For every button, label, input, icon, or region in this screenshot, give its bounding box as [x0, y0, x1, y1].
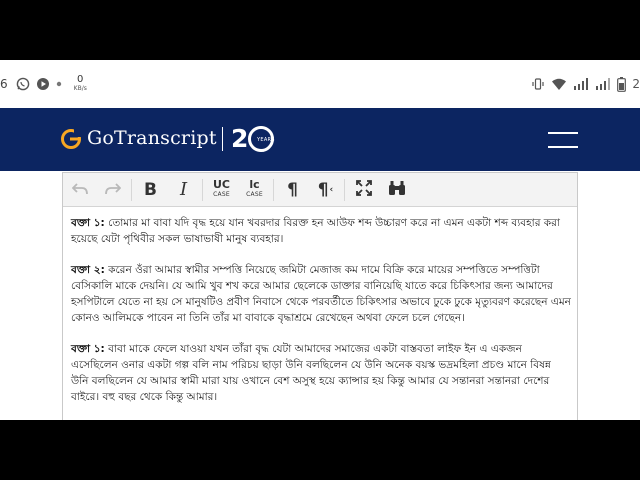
lowercase-text: lc — [249, 177, 260, 191]
speaker-label: বক্তা ১: — [71, 343, 105, 355]
toolbar-separator — [344, 178, 345, 201]
menu-button[interactable] — [548, 132, 578, 148]
screen: 6 0 KB/s 2 GoTranscript 2 YEARS B I UC C… — [0, 0, 640, 480]
status-bar: 6 0 KB/s 2 — [0, 60, 640, 108]
speaker-label: বক্তা ২: — [71, 264, 105, 276]
menu-bar-bottom — [548, 146, 578, 148]
paragraph-text: করেন ওঁরা আমার স্বামীর সম্পত্তি নিয়েছে … — [71, 264, 571, 324]
paragraph-rtl-icon: ¶ — [317, 179, 329, 200]
phone-viewport: 6 0 KB/s 2 GoTranscript 2 YEARS B I UC C… — [0, 60, 640, 420]
dot-icon — [56, 81, 62, 87]
toolbar-separator — [273, 178, 274, 201]
transcript-paragraph[interactable]: বক্তা ১: বাবা মাকে ফেলে যাওয়া যখন তাঁরা… — [71, 341, 571, 405]
brand-divider — [222, 127, 223, 151]
signal-1-icon — [573, 78, 589, 90]
menu-bar-top — [548, 132, 578, 134]
paragraph-rtl-arrow-icon: ‹ — [329, 184, 334, 195]
whatsapp-icon — [16, 77, 30, 91]
lowercase-sub: CASE — [246, 190, 263, 198]
redo-icon — [104, 180, 121, 199]
speaker-label: বক্তা ১: — [71, 217, 105, 229]
undo-button[interactable] — [63, 173, 96, 207]
network-speed-unit: KB/s — [73, 85, 87, 92]
paragraph-ltr-button[interactable]: ¶ — [276, 173, 309, 207]
uppercase-sub: CASE — [213, 190, 230, 198]
lowercase-button[interactable]: lc CASE — [238, 173, 271, 207]
battery-percent: 2 — [632, 77, 640, 91]
italic-button[interactable]: I — [167, 173, 200, 207]
site-header: GoTranscript 2 YEARS — [0, 108, 640, 171]
status-number: 6 — [0, 77, 8, 91]
status-bar-left: 6 0 KB/s — [0, 74, 87, 94]
expand-icon — [355, 179, 372, 200]
transcript-editor: B I UC CASE lc CASE ¶ ¶ ‹ বক্তা ১: তোমার… — [62, 172, 578, 420]
uppercase-button[interactable]: UC CASE — [205, 173, 238, 207]
toolbar-separator — [131, 178, 132, 201]
signal-2-icon — [595, 78, 611, 90]
brand-name: GoTranscript — [87, 127, 217, 149]
transcript-paragraph[interactable]: বক্তা ২: করেন ওঁরা আমার স্বামীর সম্পত্তি… — [71, 262, 571, 326]
paragraph-ltr-icon: ¶ — [287, 179, 298, 200]
network-speed: 0 KB/s — [74, 75, 87, 93]
status-bar-right: 2 — [531, 74, 640, 94]
transcript-text-area[interactable]: বক্তা ১: তোমার মা বাবা যদি বৃদ্ধ হয়ে যা… — [71, 215, 571, 420]
paragraph-rtl-button[interactable]: ¶ ‹ — [309, 173, 342, 207]
bold-button[interactable]: B — [134, 173, 167, 207]
wifi-icon — [551, 77, 567, 91]
paragraph-text: বাবা মাকে ফেলে যাওয়া যখন তাঁরা বৃদ্ধ যে… — [71, 343, 551, 403]
uppercase-text: UC — [212, 177, 230, 191]
anniversary-label: YEARS — [257, 137, 275, 143]
binoculars-icon — [388, 180, 406, 200]
network-speed-value: 0 — [77, 74, 84, 85]
gotranscript-logo-icon — [60, 128, 82, 154]
fullscreen-button[interactable] — [347, 173, 380, 207]
paragraph-text: তোমার মা বাবা যদি বৃদ্ধ হয়ে যান খবরদার … — [71, 217, 560, 245]
find-button[interactable] — [380, 173, 413, 207]
editor-toolbar: B I UC CASE lc CASE ¶ ¶ ‹ — [63, 173, 577, 207]
undo-icon — [71, 180, 88, 199]
battery-icon — [617, 76, 627, 92]
toolbar-separator — [202, 178, 203, 201]
lowercase-label: lc CASE — [246, 177, 263, 200]
redo-button[interactable] — [96, 173, 129, 207]
anniversary-number: 2 — [231, 124, 249, 153]
uppercase-label: UC CASE — [212, 177, 230, 200]
play-icon — [36, 77, 50, 91]
transcript-paragraph[interactable]: বক্তা ১: তোমার মা বাবা যদি বৃদ্ধ হয়ে যা… — [71, 215, 571, 247]
vibrate-icon — [531, 77, 545, 91]
